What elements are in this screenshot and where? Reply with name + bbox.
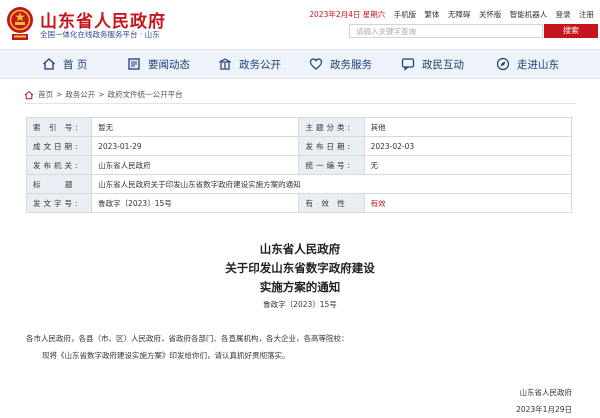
nav-gov-service-label: 政务服务 — [330, 58, 372, 71]
validity-value: 有效 — [363, 193, 573, 213]
divider — [24, 103, 576, 104]
link-robot[interactable]: 智能机器人 — [510, 10, 548, 19]
breadcrumb: 首页 > 政务公开 > 政府文件统一公开平台 — [24, 89, 183, 100]
nav-home[interactable]: 首 页 — [42, 50, 87, 78]
chat-icon — [401, 58, 415, 71]
table-row: 发布机关: 山东省人民政府 统一编号: 无 — [25, 155, 573, 175]
breadcrumb-home[interactable]: 首页 — [38, 89, 53, 100]
nav-news-label: 要闻动态 — [148, 58, 190, 71]
nav-news[interactable]: 要闻动态 — [127, 50, 190, 78]
recipients-text: 各市人民政府，各县（市、区）人民政府，省政府各部门、各直属机构，各大企业，各高等… — [26, 334, 349, 343]
link-accessibility[interactable]: 无障碍 — [448, 10, 471, 19]
doc-number-label: 发文字号: — [25, 193, 93, 213]
table-row: 标 题 山东省人民政府关于印发山东省数字政府建设实施方案的通知 — [25, 174, 572, 194]
topic-label: 主题分类: — [298, 117, 365, 137]
written-date-label: 成文日期: — [25, 136, 93, 156]
breadcrumb-separator: > — [98, 90, 105, 99]
nav-gov-open-label: 政务公开 — [239, 58, 281, 71]
doc-number-value: 鲁政字〔2023〕15号 — [91, 193, 300, 213]
title-value: 山东省人民政府关于印发山东省数字政府建设实施方案的通知 — [91, 174, 572, 194]
nav-shandong[interactable]: 走进山东 — [496, 50, 559, 78]
table-row: 成文日期: 2023-01-29 发布日期: 2023-02-03 — [25, 136, 573, 156]
issuer-label: 发布机关: — [25, 155, 93, 175]
publish-date-label: 发布日期: — [298, 136, 365, 156]
search-input[interactable]: 请输入关键字查询 — [349, 24, 543, 38]
issuer-value: 山东省人民政府 — [91, 155, 300, 175]
topic-value: 其他 — [363, 117, 573, 137]
breadcrumb-platform[interactable]: 政府文件统一公开平台 — [108, 89, 183, 100]
doc-number: 鲁政字〔2023〕15号 — [263, 300, 337, 309]
site-header: 山东省人民政府 全国一体化在线政务服务平台 · 山东 2023年2月4日 星期六… — [0, 0, 600, 49]
doc-title-line-3: 实施方案的通知 — [259, 280, 341, 294]
signature: 山东省人民政府 — [519, 388, 573, 397]
validity-label: 有 效 性 — [298, 193, 365, 213]
link-register[interactable]: 注册 — [579, 10, 594, 19]
compass-icon — [496, 57, 510, 71]
main-nav: 首 页 要闻动态 政务公开 政务服务 政民互动 走进山东 — [0, 49, 600, 79]
top-utility-bar: 2023年2月4日 星期六 手机版 繁体 无障碍 关怀版 智能机器人 登录 注册 — [303, 9, 594, 20]
table-row: 发文字号: 鲁政字〔2023〕15号 有 效 性 有效 — [25, 193, 573, 213]
breadcrumb-separator: > — [56, 90, 63, 99]
publish-date-value: 2023-02-03 — [363, 136, 573, 156]
national-emblem-icon — [7, 7, 33, 40]
bank-icon — [219, 58, 231, 70]
heart-icon — [309, 58, 323, 70]
link-traditional[interactable]: 繁体 — [425, 10, 440, 19]
nav-home-label: 首 页 — [63, 58, 88, 71]
breadcrumb-gov-open[interactable]: 政务公开 — [65, 89, 95, 100]
home-icon — [43, 58, 55, 70]
title-label: 标 题 — [25, 174, 93, 194]
index-label: 索 引 号: — [25, 117, 93, 137]
document-info-table: 索 引 号: 暂无 主题分类: 其他 成文日期: 2023-01-29 发布日期… — [25, 117, 573, 213]
doc-title-line-1: 山东省人民政府 — [259, 242, 341, 256]
unified-number-value: 无 — [363, 155, 573, 175]
sign-date: 2023年1月29日 — [516, 405, 572, 414]
link-login[interactable]: 登录 — [556, 10, 571, 19]
unified-number-label: 统一编号: — [298, 155, 365, 175]
site-subtitle: 全国一体化在线政务服务平台 · 山东 — [40, 30, 160, 39]
nav-gov-service[interactable]: 政务服务 — [309, 50, 372, 78]
nav-interaction[interactable]: 政民互动 — [401, 50, 464, 78]
nav-gov-open[interactable]: 政务公开 — [218, 50, 281, 78]
news-icon — [128, 58, 140, 70]
current-date: 2023年2月4日 星期六 — [309, 10, 386, 19]
nav-shandong-label: 走进山东 — [517, 58, 559, 71]
index-value: 暂无 — [91, 117, 300, 137]
link-mobile[interactable]: 手机版 — [394, 10, 417, 19]
nav-interaction-label: 政民互动 — [422, 58, 464, 71]
body-text: 现将《山东省数字政府建设实施方案》印发给你们，请认真抓好贯彻落实。 — [42, 351, 290, 360]
doc-title-line-2: 关于印发山东省数字政府建设 — [225, 261, 375, 275]
table-row: 索 引 号: 暂无 主题分类: 其他 — [25, 117, 573, 137]
search-button[interactable]: 搜索 — [544, 24, 598, 38]
written-date-value: 2023-01-29 — [91, 136, 300, 156]
link-care-mode[interactable]: 关怀版 — [479, 10, 502, 19]
home-icon — [24, 90, 34, 99]
